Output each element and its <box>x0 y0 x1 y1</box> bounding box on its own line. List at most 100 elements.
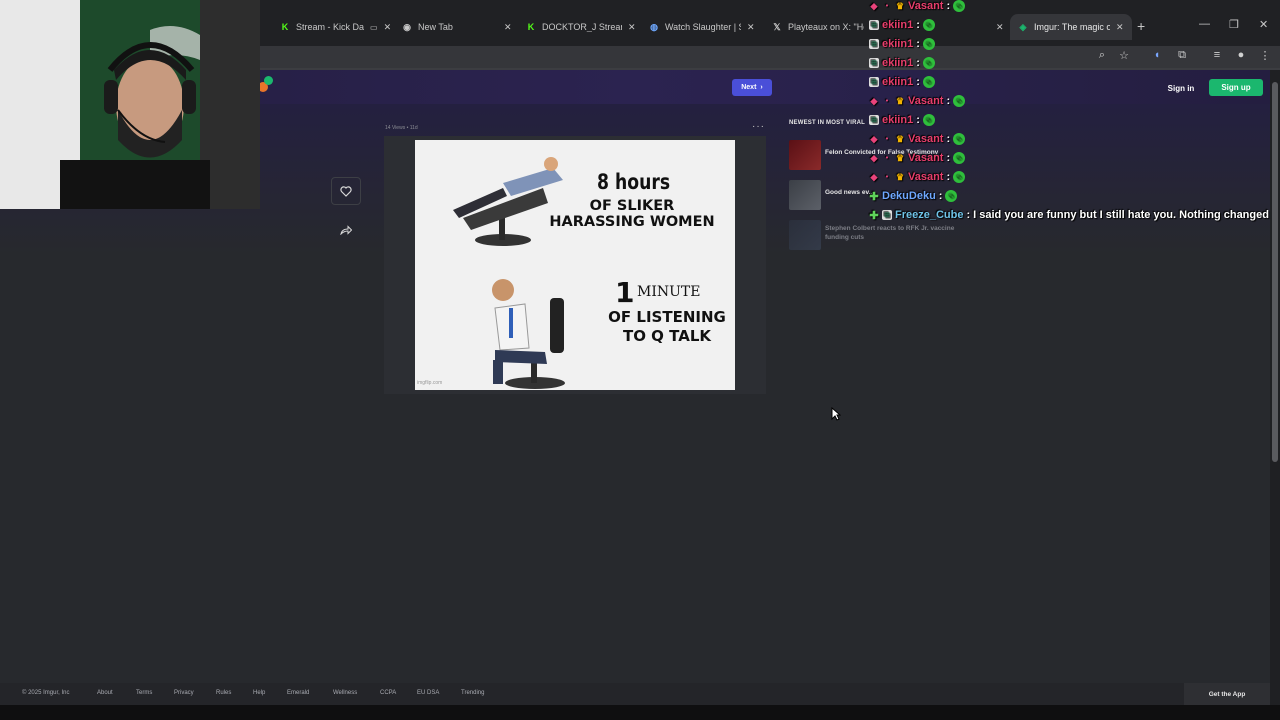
close-icon[interactable]: ✕ <box>504 22 512 33</box>
meme-line-3-number: 1 <box>615 276 635 309</box>
emote-icon: ☺ <box>953 0 966 12</box>
close-icon[interactable]: ✕ <box>996 22 1004 33</box>
chat-colon: : <box>916 114 920 126</box>
subscriber-badge-icon: ⊞ <box>869 115 879 125</box>
tab-close-inactive[interactable]: ✕ <box>990 14 1004 40</box>
footer-link-eu-dsa[interactable]: EU DSA <box>417 690 439 696</box>
footer-link-about[interactable]: About <box>97 690 113 696</box>
tab-kick-stream[interactable]: K Stream - Kick Da ▭ ✕ <box>280 14 391 40</box>
subscriber-badge-icon: ⊞ <box>869 77 879 87</box>
gift-badge-icon: ◆ <box>870 0 878 11</box>
tab-playteaux-x[interactable]: 𝕏 Playteaux on X: "Holy <box>772 14 864 40</box>
profile-avatar-icon[interactable]: ● <box>1234 48 1248 62</box>
footer-link-rules[interactable]: Rules <box>216 690 231 696</box>
chat-message: ✚ ⊞ Freeze_Cube: I said you are funny but I… <box>869 207 1269 223</box>
get-the-app-button[interactable]: Get the App <box>1184 683 1270 705</box>
tab-docktor-stream[interactable]: K DOCKTOR_J Stream ✕ <box>526 14 636 40</box>
new-tab-button[interactable]: + <box>1137 18 1145 34</box>
emote-icon: ☺ <box>922 38 935 50</box>
crown-badge-icon: ♛ <box>895 133 905 144</box>
gift-badge-icon: ◆ <box>870 95 878 106</box>
meme-watermark: imgflip.com <box>417 380 443 386</box>
share-icon[interactable] <box>338 222 354 238</box>
emote-icon: ☺ <box>922 76 935 88</box>
chat-username: Vasant <box>908 171 944 183</box>
chat-message: ⊞ ekiin1: ☺ <box>869 112 935 128</box>
chat-colon: : <box>916 57 920 69</box>
menu-kebab-icon[interactable]: ⋮ <box>1258 48 1272 62</box>
chat-message: ⊞ ekiin1: ☺ <box>869 55 935 71</box>
meme-line-2: OF SLIKER HARASSING WOMEN <box>549 198 715 230</box>
kick-icon: K <box>281 22 289 32</box>
chat-colon: : <box>916 19 920 31</box>
close-icon[interactable]: ✕ <box>384 22 392 33</box>
gift-badge-icon: ◆ <box>870 171 878 182</box>
zoom-icon[interactable]: ⌕ <box>1095 48 1109 62</box>
more-options-icon[interactable]: ··· <box>752 121 765 132</box>
crown-badge-icon: ♛ <box>895 152 905 163</box>
chat-username: ekiin1 <box>882 76 914 88</box>
chat-username: Vasant <box>908 0 944 12</box>
chat-message: ✚ DekuDeku: ☺ <box>869 188 958 204</box>
webcam-overlay <box>0 0 260 209</box>
footer-copyright: © 2025 Imgur, Inc <box>22 690 70 696</box>
notification-dot-icon <box>264 76 273 85</box>
footer-link-privacy[interactable]: Privacy <box>174 690 194 696</box>
footer-link-terms[interactable]: Terms <box>136 690 152 696</box>
close-window-icon[interactable]: ✕ <box>1259 18 1268 31</box>
tab-title: New Tab <box>418 22 453 32</box>
mouse-cursor-icon <box>831 407 841 421</box>
subscriber-badge-icon: ⊞ <box>882 210 892 220</box>
close-icon[interactable]: ✕ <box>628 22 636 33</box>
extension-audio-icon[interactable]: ◖ <box>1150 48 1164 62</box>
footer-link-help[interactable]: Help <box>253 690 265 696</box>
subscriber-badge-icon: ⊞ <box>869 20 879 30</box>
viral-thumbnail <box>789 140 821 170</box>
taskbar-strip <box>0 705 1280 720</box>
tab-title: Stream - Kick Da <box>296 22 365 32</box>
chat-username: Vasant <box>908 133 944 145</box>
chat-colon: : <box>946 171 951 183</box>
crown-badge-icon: ♛ <box>895 95 905 106</box>
scrollbar-thumb[interactable] <box>1272 82 1278 462</box>
crown-badge-icon: ♛ <box>895 171 905 182</box>
close-icon[interactable]: ✕ <box>1116 22 1124 33</box>
chat-username: ekiin1 <box>882 57 914 69</box>
chat-message: ◆ • ♛ Vasant: ☺ <box>869 131 966 147</box>
sign-in-button[interactable]: Sign in <box>1164 80 1198 96</box>
extensions-puzzle-icon[interactable]: ⧉ <box>1175 48 1189 62</box>
footer-link-ccpa[interactable]: CCPA <box>380 690 396 696</box>
next-button[interactable]: Next › <box>732 79 772 96</box>
footer-link-wellness[interactable]: Wellness <box>333 690 357 696</box>
tab-watch-slaughter[interactable]: ◍ Watch Slaughter | Stre ✕ <box>649 14 755 40</box>
minimize-icon[interactable]: — <box>1199 18 1210 30</box>
emote-icon: ☺ <box>953 152 966 164</box>
emote-icon: ☺ <box>922 19 935 31</box>
tab-imgur[interactable]: ◈ Imgur: The magic of ✕ <box>1010 14 1132 40</box>
favorite-button[interactable] <box>331 177 361 205</box>
footer-link-emerald[interactable]: Emerald <box>287 690 309 696</box>
footer-link-trending[interactable]: Trending <box>461 690 484 696</box>
chat-username: ekiin1 <box>882 19 914 31</box>
next-label: Next <box>741 84 757 91</box>
viral-section-title: NEWEST IN MOST VIRAL <box>789 120 865 126</box>
sign-up-button[interactable]: Sign up <box>1209 79 1263 96</box>
bookmark-star-icon[interactable]: ☆ <box>1117 48 1131 62</box>
chat-colon: : <box>946 133 951 145</box>
viral-item[interactable]: Stephen Colbert reacts to RFK Jr. vaccin… <box>789 220 959 250</box>
screen-icon: ▭ <box>370 22 378 32</box>
globe-icon: ◍ <box>650 21 658 32</box>
x-icon: 𝕏 <box>773 21 781 32</box>
dot-badge-icon: • <box>885 173 889 181</box>
chat-username: Vasant <box>908 152 944 164</box>
crown-badge-icon: ♛ <box>895 0 905 11</box>
tab-title: Playteaux on X: "Holy <box>788 22 864 32</box>
close-icon[interactable]: ✕ <box>747 22 755 33</box>
meme-line-3-word: MINUTE <box>637 284 701 300</box>
media-control-icon[interactable]: ≡ <box>1210 48 1224 62</box>
emote-icon: ☺ <box>945 190 958 202</box>
restore-icon[interactable]: ❐ <box>1229 18 1239 31</box>
tab-new-tab[interactable]: ◉ New Tab ✕ <box>402 14 512 40</box>
post-image[interactable]: 8 hours OF SLIKER HARASSING WOMEN 1 MINU… <box>415 140 735 390</box>
emote-icon: ☺ <box>953 133 966 145</box>
